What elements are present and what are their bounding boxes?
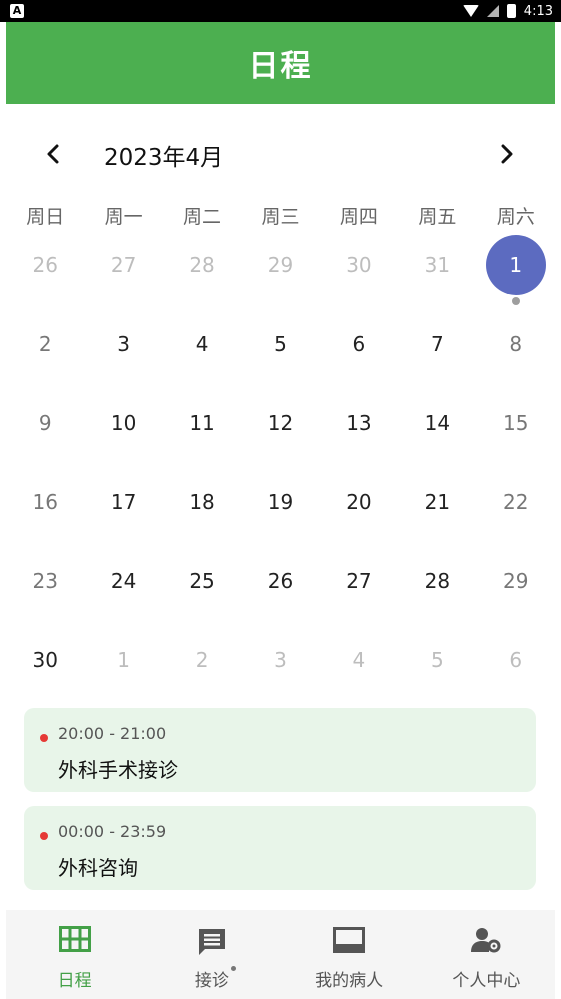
calendar-day[interactable]: 13 — [320, 395, 398, 474]
chevron-right-icon — [501, 144, 513, 164]
calendar-day-selected[interactable]: 1 — [477, 235, 555, 316]
event-status-dot — [40, 832, 48, 840]
event-list: 20:00 - 21:00 外科手术接诊 00:00 - 23:59 外科咨询 — [24, 708, 536, 904]
battery-icon — [506, 4, 516, 18]
calendar-day[interactable]: 26 — [6, 237, 84, 316]
weekday-label: 周六 — [496, 206, 535, 228]
calendar-week: 9 10 11 12 13 14 15 — [6, 395, 555, 474]
app-bar: 日程 — [6, 22, 555, 104]
patients-icon — [332, 926, 366, 958]
event-card[interactable]: 20:00 - 21:00 外科手术接诊 — [24, 708, 536, 792]
calendar-day[interactable]: 4 — [163, 316, 241, 395]
page-title: 日程 — [248, 49, 313, 84]
calendar-day[interactable]: 3 — [241, 632, 319, 711]
app-frame: 日程 2023年4月 周日 周一 周二 周三 周四 周五 周六 26 27 28… — [6, 22, 555, 999]
calendar-day[interactable]: 14 — [398, 395, 476, 474]
calendar-grid: 26 27 28 29 30 31 1 2 3 4 5 6 7 8 9 10 1… — [6, 235, 555, 711]
calendar-day[interactable]: 28 — [398, 553, 476, 632]
message-icon — [196, 926, 228, 962]
calendar-day[interactable]: 27 — [84, 237, 162, 316]
calendar-week: 26 27 28 29 30 31 1 — [6, 235, 555, 316]
calendar-week: 30 1 2 3 4 5 6 — [6, 632, 555, 711]
previous-month-button[interactable] — [36, 136, 72, 172]
tab-consultation[interactable]: 接诊 — [143, 910, 280, 999]
calendar-day[interactable]: 28 — [163, 237, 241, 316]
calendar-day[interactable]: 12 — [241, 395, 319, 474]
event-card[interactable]: 00:00 - 23:59 外科咨询 — [24, 806, 536, 890]
calendar-day[interactable]: 10 — [84, 395, 162, 474]
calendar-day[interactable]: 18 — [163, 474, 241, 553]
event-title: 外科手术接诊 — [58, 758, 178, 782]
tab-personal-center[interactable]: 个人中心 — [418, 910, 555, 999]
calendar-day[interactable]: 5 — [398, 632, 476, 711]
weekday-label: 周一 — [104, 206, 143, 228]
weekday-label: 周五 — [418, 206, 457, 228]
weekday-label: 周日 — [26, 206, 65, 228]
calendar-day[interactable]: 20 — [320, 474, 398, 553]
calendar-day[interactable]: 8 — [477, 316, 555, 395]
calendar-day[interactable]: 24 — [84, 553, 162, 632]
calendar-day[interactable]: 2 — [163, 632, 241, 711]
calendar-day[interactable]: 26 — [241, 553, 319, 632]
tab-schedule[interactable]: 日程 — [6, 910, 143, 999]
calendar-day[interactable]: 2 — [6, 316, 84, 395]
calendar-day[interactable]: 17 — [84, 474, 162, 553]
tab-label: 接诊 — [194, 971, 229, 991]
calendar-week: 23 24 25 26 27 28 29 — [6, 553, 555, 632]
event-time: 00:00 - 23:59 — [58, 822, 167, 841]
calendar-day[interactable]: 29 — [241, 237, 319, 316]
wifi-icon — [462, 5, 479, 17]
calendar-day[interactable]: 11 — [163, 395, 241, 474]
tab-my-patients[interactable]: 我的病人 — [281, 910, 418, 999]
calendar-day[interactable]: 31 — [398, 237, 476, 316]
calendar-day[interactable]: 27 — [320, 553, 398, 632]
calendar-day[interactable]: 6 — [320, 316, 398, 395]
status-time: 4:13 — [523, 3, 553, 19]
tab-label: 个人中心 — [452, 971, 521, 991]
calendar-day[interactable]: 30 — [320, 237, 398, 316]
calendar-day[interactable]: 4 — [320, 632, 398, 711]
weekday-header: 周日 周一 周二 周三 周四 周五 周六 — [6, 202, 555, 232]
calendar-day[interactable]: 19 — [241, 474, 319, 553]
status-bar: A 4:13 — [0, 0, 561, 22]
calendar-grid-icon — [58, 926, 91, 956]
status-icons: 4:13 — [462, 0, 553, 22]
weekday-label: 周四 — [339, 206, 378, 228]
calendar-day[interactable]: 25 — [163, 553, 241, 632]
calendar-week: 16 17 18 19 20 21 22 — [6, 474, 555, 553]
calendar-day[interactable]: 9 — [6, 395, 84, 474]
user-settings-icon — [470, 926, 502, 958]
event-time: 20:00 - 21:00 — [58, 724, 167, 743]
month-navigation: 2023年4月 — [6, 132, 555, 176]
calendar-day[interactable]: 22 — [477, 474, 555, 553]
calendar-week: 2 3 4 5 6 7 8 — [6, 316, 555, 395]
calendar-day[interactable]: 5 — [241, 316, 319, 395]
calendar-day[interactable]: 30 — [6, 632, 84, 711]
month-title: 2023年4月 — [104, 145, 224, 171]
tab-label: 日程 — [57, 971, 92, 991]
event-title: 外科咨询 — [58, 856, 138, 880]
calendar-day[interactable]: 6 — [477, 632, 555, 711]
event-indicator-dot — [511, 297, 520, 305]
calendar-day[interactable]: 16 — [6, 474, 84, 553]
tab-label: 我的病人 — [315, 971, 384, 991]
chevron-left-icon — [47, 144, 59, 164]
calendar-day[interactable]: 1 — [84, 632, 162, 711]
calendar-day[interactable]: 21 — [398, 474, 476, 553]
next-month-button[interactable] — [488, 136, 524, 172]
calendar-day[interactable]: 15 — [477, 395, 555, 474]
calendar-day[interactable]: 7 — [398, 316, 476, 395]
calendar-day[interactable]: 29 — [477, 553, 555, 632]
calendar-day[interactable]: 23 — [6, 553, 84, 632]
signal-icon — [486, 5, 499, 17]
weekday-label: 周三 — [261, 206, 300, 228]
app-notification-icon: A — [10, 4, 24, 18]
event-status-dot — [40, 734, 48, 742]
bottom-tab-bar: 日程 接诊 我的病人 个人中心 — [6, 910, 555, 999]
calendar-day[interactable]: 3 — [84, 316, 162, 395]
weekday-label: 周二 — [183, 206, 222, 228]
